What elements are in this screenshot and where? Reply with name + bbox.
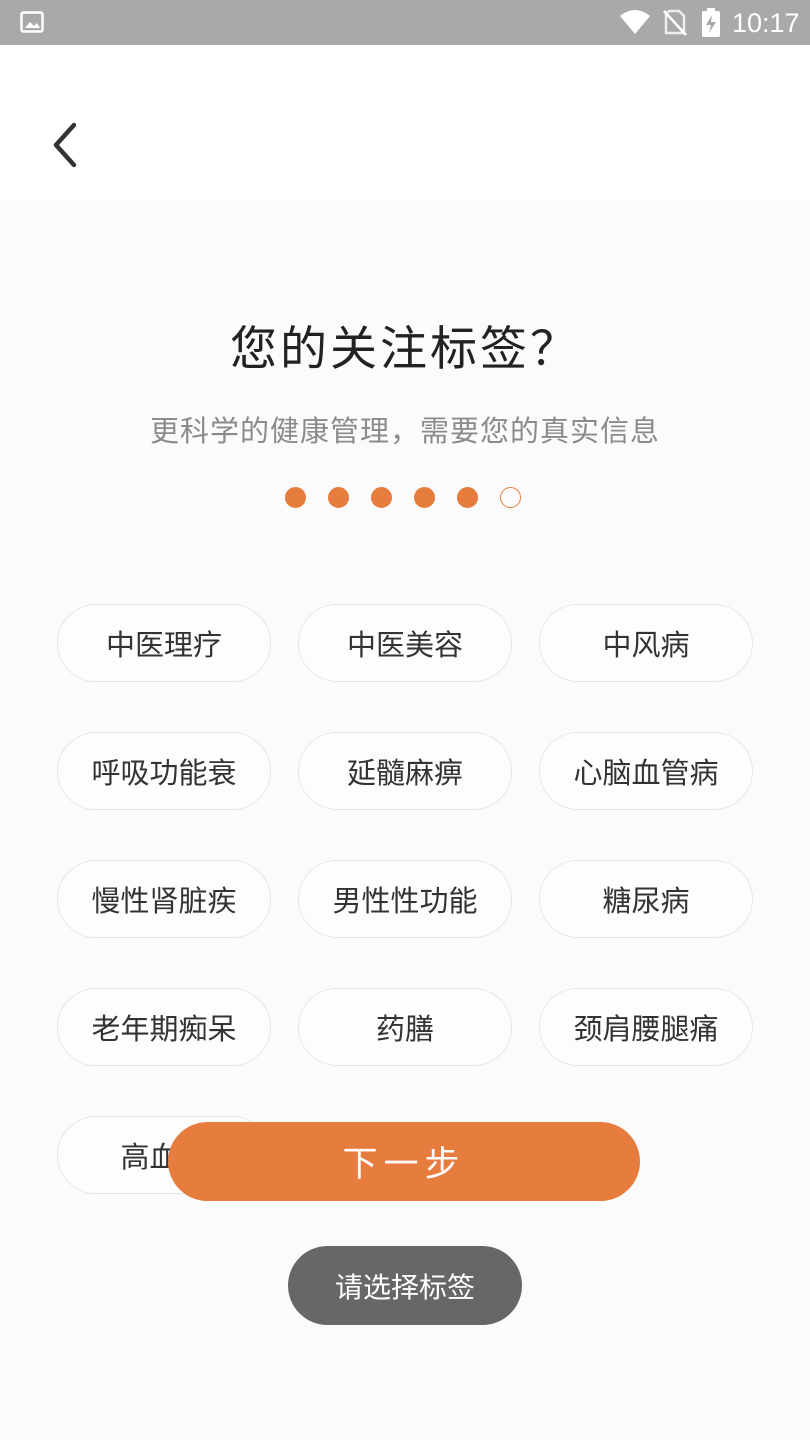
tag-chip[interactable]: 中医美容 xyxy=(298,604,512,682)
chevron-left-icon xyxy=(44,122,92,175)
tag-chip[interactable]: 男性性功能 xyxy=(298,860,512,938)
tag-chip[interactable]: 中医理疗 xyxy=(57,604,271,682)
step-dot-filled xyxy=(414,487,435,508)
picture-icon xyxy=(20,11,44,37)
back-button[interactable] xyxy=(44,119,92,171)
tag-chip[interactable]: 颈肩腰腿痛 xyxy=(539,988,753,1066)
status-time: 10:17 xyxy=(732,8,800,38)
tag-chip[interactable]: 中风病 xyxy=(539,604,753,682)
tag-chip[interactable]: 药膳 xyxy=(298,988,512,1066)
step-dot-filled xyxy=(328,487,349,508)
step-dot-filled xyxy=(457,487,478,508)
header xyxy=(0,45,810,200)
tag-chip[interactable]: 老年期痴呆 xyxy=(57,988,271,1066)
page-subtitle: 更科学的健康管理，需要您的真实信息 xyxy=(149,414,660,448)
no-sim-icon xyxy=(663,9,687,40)
step-dot-filled xyxy=(285,487,306,508)
wifi-icon xyxy=(619,9,651,39)
tag-chip[interactable]: 延髓麻痹 xyxy=(298,732,512,810)
toast-message: 请选择标签 xyxy=(288,1246,522,1325)
next-step-button[interactable]: 下一步 xyxy=(168,1122,640,1201)
tag-chip[interactable]: 糖尿病 xyxy=(539,860,753,938)
battery-charging-icon xyxy=(701,8,721,42)
page-title: 您的关注标签？ xyxy=(230,322,580,377)
status-bar: 10:17 xyxy=(0,0,810,45)
tag-chip[interactable]: 慢性肾脏疾 xyxy=(57,860,271,938)
step-indicator xyxy=(285,487,543,511)
step-dot-current xyxy=(500,487,521,508)
tag-chip[interactable]: 呼吸功能衰 xyxy=(57,732,271,810)
tag-chip[interactable]: 心脑血管病 xyxy=(539,732,753,810)
step-dot-filled xyxy=(371,487,392,508)
